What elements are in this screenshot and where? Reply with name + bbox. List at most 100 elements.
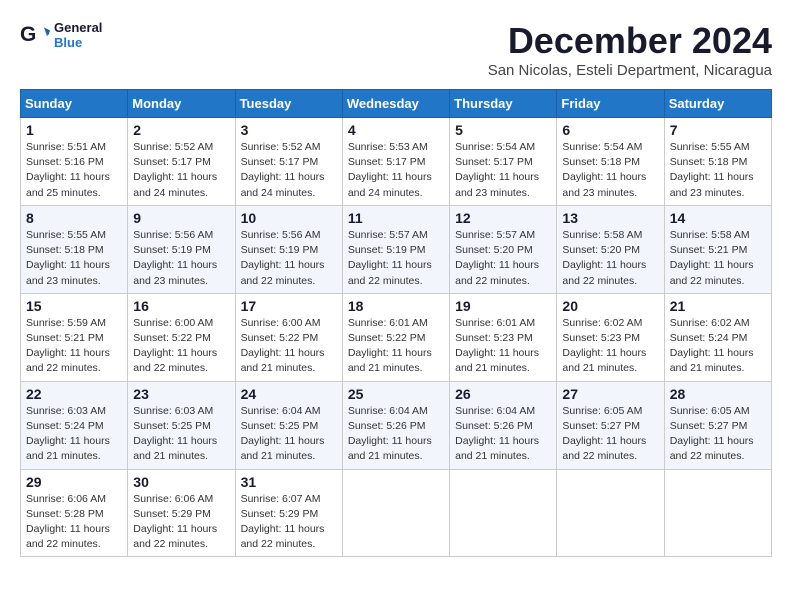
calendar-cell: 11 Sunrise: 5:57 AMSunset: 5:19 PMDayligh…: [342, 205, 449, 293]
day-info: Sunrise: 6:04 AMSunset: 5:25 PMDaylight:…: [241, 404, 337, 465]
day-number: 23: [133, 386, 229, 402]
calendar-cell: 28Sunrise: 6:05 AMSunset: 5:27 PMDayligh…: [664, 381, 771, 469]
month-title: December 2024: [488, 20, 772, 62]
day-number: 6: [562, 122, 658, 138]
calendar-cell: 16 Sunrise: 6:00 AMSunset: 5:22 PMDayligh…: [128, 293, 235, 381]
day-info: Sunrise: 6:02 AMSunset: 5:23 PMDaylight:…: [562, 316, 658, 377]
day-info: Sunrise: 5:55 AMSunset: 5:18 PMDaylight:…: [670, 140, 766, 201]
logo-general: General: [54, 20, 102, 35]
calendar-cell: 10 Sunrise: 5:56 AMSunset: 5:19 PMDayligh…: [235, 205, 342, 293]
day-info: Sunrise: 6:02 AMSunset: 5:24 PMDaylight:…: [670, 316, 766, 377]
calendar-cell: 3Sunrise: 5:52 AMSunset: 5:17 PMDaylight…: [235, 118, 342, 206]
day-number: 10: [241, 210, 337, 226]
day-info: Sunrise: 5:55 AMSunset: 5:18 PMDaylight:…: [26, 228, 122, 289]
calendar-cell: 13 Sunrise: 5:58 AMSunset: 5:20 PMDayligh…: [557, 205, 664, 293]
day-number: 27: [562, 386, 658, 402]
calendar-cell: 2 Sunrise: 5:52 AMSunset: 5:17 PMDaylight…: [128, 118, 235, 206]
day-info: Sunrise: 6:03 AMSunset: 5:24 PMDaylight:…: [26, 404, 122, 465]
weekday-header-wednesday: Wednesday: [342, 90, 449, 118]
day-info: Sunrise: 6:03 AMSunset: 5:25 PMDaylight:…: [133, 404, 229, 465]
calendar-week-1: 1 Sunrise: 5:51 AMSunset: 5:16 PMDaylight…: [21, 118, 772, 206]
day-number: 5: [455, 122, 551, 138]
day-number: 16: [133, 298, 229, 314]
day-info: Sunrise: 6:04 AMSunset: 5:26 PMDaylight:…: [455, 404, 551, 465]
logo: G General Blue: [20, 20, 102, 50]
day-info: Sunrise: 5:52 AMSunset: 5:17 PMDaylight:…: [133, 140, 229, 201]
day-number: 2: [133, 122, 229, 138]
weekday-header-tuesday: Tuesday: [235, 90, 342, 118]
calendar-cell: 5 Sunrise: 5:54 AMSunset: 5:17 PMDaylight…: [450, 118, 557, 206]
day-info: Sunrise: 6:05 AMSunset: 5:27 PMDaylight:…: [562, 404, 658, 465]
day-info: Sunrise: 5:58 AMSunset: 5:21 PMDaylight:…: [670, 228, 766, 289]
calendar-cell: 21 Sunrise: 6:02 AMSunset: 5:24 PMDayligh…: [664, 293, 771, 381]
day-info: Sunrise: 6:00 AMSunset: 5:22 PMDaylight:…: [241, 316, 337, 377]
calendar-cell: [557, 469, 664, 557]
calendar-week-5: 29 Sunrise: 6:06 AMSunset: 5:28 PMDayligh…: [21, 469, 772, 557]
calendar-header-row: SundayMondayTuesdayWednesdayThursdayFrid…: [21, 90, 772, 118]
day-number: 1: [26, 122, 122, 138]
day-number: 30: [133, 474, 229, 490]
day-info: Sunrise: 5:58 AMSunset: 5:20 PMDaylight:…: [562, 228, 658, 289]
calendar-cell: 31Sunrise: 6:07 AMSunset: 5:29 PMDayligh…: [235, 469, 342, 557]
logo-blue: Blue: [54, 35, 102, 50]
day-number: 29: [26, 474, 122, 490]
calendar-week-3: 15 Sunrise: 5:59 AMSunset: 5:21 PMDayligh…: [21, 293, 772, 381]
day-info: Sunrise: 5:56 AMSunset: 5:19 PMDaylight:…: [241, 228, 337, 289]
day-info: Sunrise: 5:53 AMSunset: 5:17 PMDaylight:…: [348, 140, 444, 201]
day-number: 22: [26, 386, 122, 402]
title-block: December 2024 San Nicolas, Esteli Depart…: [488, 20, 772, 79]
day-info: Sunrise: 5:51 AMSunset: 5:16 PMDaylight:…: [26, 140, 122, 201]
day-number: 11: [348, 210, 444, 226]
day-info: Sunrise: 6:06 AMSunset: 5:29 PMDaylight:…: [133, 492, 229, 553]
logo-icon: G: [20, 20, 50, 50]
calendar-cell: 24 Sunrise: 6:04 AMSunset: 5:25 PMDayligh…: [235, 381, 342, 469]
calendar-cell: 30 Sunrise: 6:06 AMSunset: 5:29 PMDayligh…: [128, 469, 235, 557]
day-info: Sunrise: 5:59 AMSunset: 5:21 PMDaylight:…: [26, 316, 122, 377]
day-info: Sunrise: 6:01 AMSunset: 5:23 PMDaylight:…: [455, 316, 551, 377]
day-number: 8: [26, 210, 122, 226]
calendar-cell: 27 Sunrise: 6:05 AMSunset: 5:27 PMDayligh…: [557, 381, 664, 469]
day-number: 24: [241, 386, 337, 402]
day-info: Sunrise: 5:57 AMSunset: 5:19 PMDaylight:…: [348, 228, 444, 289]
day-number: 12: [455, 210, 551, 226]
calendar-cell: [450, 469, 557, 557]
calendar-week-2: 8 Sunrise: 5:55 AMSunset: 5:18 PMDaylight…: [21, 205, 772, 293]
day-number: 21: [670, 298, 766, 314]
calendar-cell: 12Sunrise: 5:57 AMSunset: 5:20 PMDayligh…: [450, 205, 557, 293]
day-number: 17: [241, 298, 337, 314]
day-info: Sunrise: 5:54 AMSunset: 5:17 PMDaylight:…: [455, 140, 551, 201]
day-info: Sunrise: 5:54 AMSunset: 5:18 PMDaylight:…: [562, 140, 658, 201]
day-info: Sunrise: 6:04 AMSunset: 5:26 PMDaylight:…: [348, 404, 444, 465]
day-info: Sunrise: 6:07 AMSunset: 5:29 PMDaylight:…: [241, 492, 337, 553]
day-number: 3: [241, 122, 337, 138]
day-info: Sunrise: 6:00 AMSunset: 5:22 PMDaylight:…: [133, 316, 229, 377]
calendar-cell: 1 Sunrise: 5:51 AMSunset: 5:16 PMDaylight…: [21, 118, 128, 206]
day-number: 25: [348, 386, 444, 402]
day-number: 19: [455, 298, 551, 314]
calendar-cell: [664, 469, 771, 557]
weekday-header-friday: Friday: [557, 90, 664, 118]
day-number: 26: [455, 386, 551, 402]
location-subtitle: San Nicolas, Esteli Department, Nicaragu…: [488, 62, 772, 79]
weekday-header-thursday: Thursday: [450, 90, 557, 118]
day-number: 7: [670, 122, 766, 138]
calendar-cell: [342, 469, 449, 557]
page-header: G General Blue December 2024 San Nicolas…: [20, 20, 772, 79]
calendar-table: SundayMondayTuesdayWednesdayThursdayFrid…: [20, 89, 772, 557]
calendar-cell: 9 Sunrise: 5:56 AMSunset: 5:19 PMDaylight…: [128, 205, 235, 293]
day-info: Sunrise: 6:05 AMSunset: 5:27 PMDaylight:…: [670, 404, 766, 465]
weekday-header-monday: Monday: [128, 90, 235, 118]
calendar-cell: 20 Sunrise: 6:02 AMSunset: 5:23 PMDayligh…: [557, 293, 664, 381]
day-number: 15: [26, 298, 122, 314]
day-number: 14: [670, 210, 766, 226]
day-info: Sunrise: 5:56 AMSunset: 5:19 PMDaylight:…: [133, 228, 229, 289]
calendar-cell: 4Sunrise: 5:53 AMSunset: 5:17 PMDaylight…: [342, 118, 449, 206]
calendar-cell: 7 Sunrise: 5:55 AMSunset: 5:18 PMDaylight…: [664, 118, 771, 206]
weekday-header-sunday: Sunday: [21, 90, 128, 118]
day-number: 20: [562, 298, 658, 314]
calendar-cell: 22 Sunrise: 6:03 AMSunset: 5:24 PMDayligh…: [21, 381, 128, 469]
day-info: Sunrise: 6:06 AMSunset: 5:28 PMDaylight:…: [26, 492, 122, 553]
calendar-cell: 14 Sunrise: 5:58 AMSunset: 5:21 PMDayligh…: [664, 205, 771, 293]
day-number: 9: [133, 210, 229, 226]
day-number: 13: [562, 210, 658, 226]
